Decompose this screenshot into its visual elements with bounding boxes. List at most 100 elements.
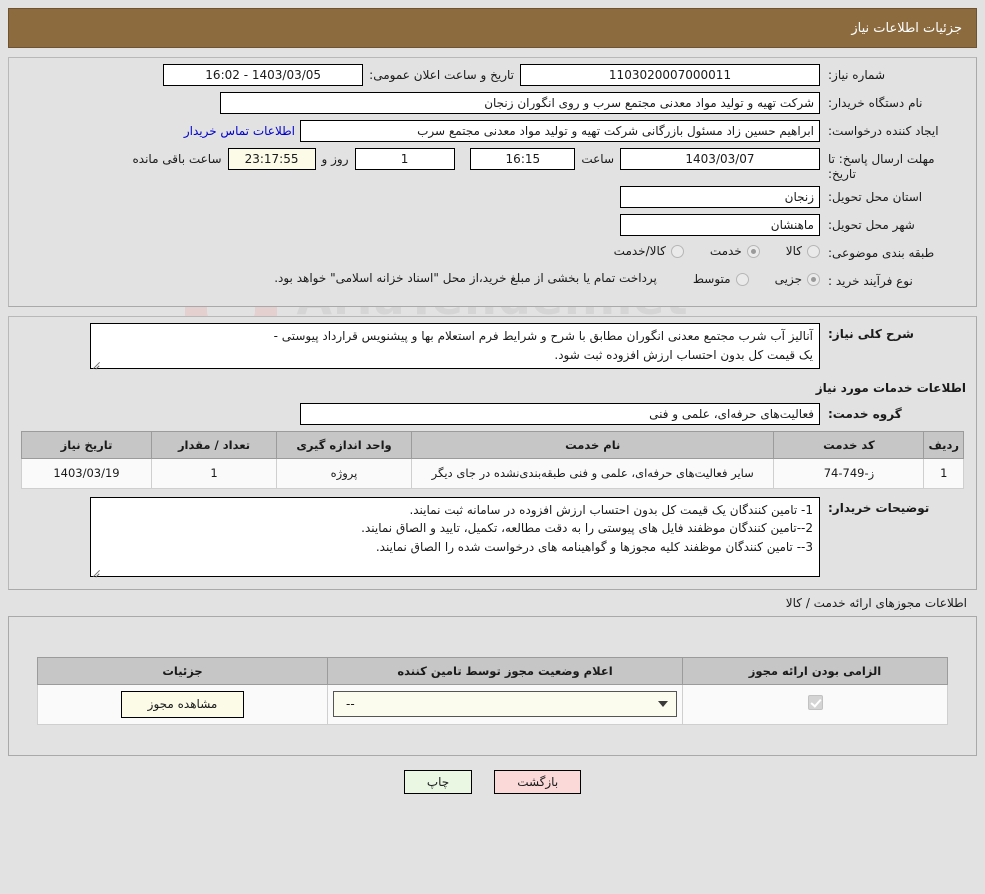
announce-date-label: تاریخ و ساعت اعلان عمومی: bbox=[369, 68, 514, 82]
services-table-wrap: ردیف کد خدمت نام خدمت واحد اندازه گیری ت… bbox=[19, 431, 966, 489]
row-creator: ایجاد کننده درخواست: ابراهیم حسین زاد مس… bbox=[19, 120, 966, 144]
table-header-row: الزامی بودن ارائه مجوز اعلام وضعیت مجوز … bbox=[37, 656, 948, 685]
col-header-date: تاریخ نیاز bbox=[21, 431, 152, 459]
category-option-label: کالا bbox=[785, 244, 802, 258]
col-header-name: نام خدمت bbox=[410, 431, 775, 459]
countdown-label: ساعت باقی مانده bbox=[132, 152, 222, 166]
city-input[interactable]: ماهنشان bbox=[620, 214, 820, 236]
col-header-row: ردیف bbox=[923, 431, 964, 459]
deadline-time-input[interactable]: 16:15 bbox=[470, 148, 576, 170]
buyer-notes-textarea[interactable]: 1- تامین کنندگان یک قیمت کل بدون احتساب … bbox=[90, 496, 820, 577]
row-city: شهر محل تحویل: ماهنشان bbox=[19, 214, 966, 238]
need-info-panel: شماره نیاز: 1103020007000011 تاریخ و ساع… bbox=[8, 57, 977, 307]
province-label: استان محل تحویل: bbox=[828, 190, 923, 204]
need-number-input[interactable]: 1103020007000011 bbox=[520, 64, 820, 86]
col-header-permit-status: اعلام وضعیت مجوز توسط تامین کننده bbox=[327, 656, 683, 685]
row-category: طبقه بندی موضوعی: کالا خدمت کالا/خدمت bbox=[19, 242, 966, 266]
radio-selected-icon[interactable] bbox=[746, 244, 760, 258]
process-type-label: نوع فرآیند خرید : bbox=[828, 274, 913, 288]
service-group-input[interactable]: فعالیت‌های حرفه‌ای، علمی و فنی bbox=[300, 403, 820, 425]
col-header-unit: واحد اندازه گیری bbox=[276, 431, 412, 459]
deadline-date-input[interactable]: 1403/03/07 bbox=[620, 148, 820, 170]
radio-icon[interactable] bbox=[735, 272, 749, 286]
row-province: استان محل تحویل: زنجان bbox=[19, 186, 966, 210]
radio-icon[interactable] bbox=[807, 244, 820, 258]
process-option-label: جزیی bbox=[774, 272, 802, 286]
creator-input[interactable]: ابراهیم حسین زاد مسئول بازرگانی شرکت تهی… bbox=[300, 120, 820, 142]
deadline-label: مهلت ارسال پاسخ: تا تاریخ: bbox=[828, 152, 935, 181]
table-header-row: ردیف کد خدمت نام خدمت واحد اندازه گیری ت… bbox=[21, 431, 964, 459]
services-panel: شرح کلی نیاز: آنالیز آب شرب مجتمع معدنی … bbox=[8, 316, 977, 590]
buyer-contact-link[interactable]: اطلاعات تماس خریدار bbox=[179, 120, 300, 142]
services-table: ردیف کد خدمت نام خدمت واحد اندازه گیری ت… bbox=[21, 431, 964, 489]
process-note: پرداخت تمام یا بخشی از مبلغ خرید،از محل … bbox=[274, 271, 657, 285]
row-buyer-notes: توضیحات خریدار: 1- تامین کنندگان یک قیمت… bbox=[19, 496, 966, 577]
cell-unit: پروژه bbox=[276, 458, 412, 489]
hour-label: ساعت bbox=[581, 152, 614, 166]
spacer-1 bbox=[455, 148, 471, 170]
cell-permit-status: -- bbox=[327, 683, 683, 726]
buyer-org-label: نام دستگاه خریدار: bbox=[828, 96, 923, 110]
process-radio-group[interactable]: جزیی متوسط bbox=[667, 270, 820, 286]
creator-label: ایجاد کننده درخواست: bbox=[828, 124, 939, 138]
row-deadline: مهلت ارسال پاسخ: تا تاریخ: 1403/03/07 سا… bbox=[19, 148, 966, 182]
cell-service-code: ز-749-74 bbox=[773, 458, 925, 489]
col-header-qty: تعداد / مقدار bbox=[151, 431, 277, 459]
print-button[interactable]: چاپ bbox=[403, 770, 473, 795]
process-radio-motevaset[interactable]: متوسط bbox=[693, 272, 749, 286]
table-row: 1 ز-749-74 سایر فعالیت‌های حرفه‌ای، علمی… bbox=[21, 458, 964, 489]
radio-icon[interactable] bbox=[670, 244, 684, 258]
permits-section-heading: اطلاعات مجوزهای ارائه خدمت / کالا bbox=[785, 595, 967, 610]
permit-status-value: -- bbox=[346, 696, 355, 711]
cell-row-number: 1 bbox=[923, 458, 964, 489]
category-label: طبقه بندی موضوعی: bbox=[828, 246, 935, 260]
table-row: -- مشاهده مجوز bbox=[37, 683, 948, 726]
row-description: شرح کلی نیاز: آنالیز آب شرب مجتمع معدنی … bbox=[19, 323, 966, 369]
col-header-code: کد خدمت bbox=[773, 431, 925, 459]
row-service-group: گروه خدمت: فعالیت‌های حرفه‌ای، علمی و فن… bbox=[19, 403, 966, 427]
buyer-org-input[interactable]: شرکت تهیه و تولید مواد معدنی مجتمع سرب و… bbox=[220, 92, 820, 114]
category-radio-khedmat[interactable]: خدمت bbox=[710, 244, 760, 258]
description-label: شرح کلی نیاز: bbox=[828, 327, 914, 341]
remaining-days-input[interactable]: 1 bbox=[354, 148, 455, 170]
back-button[interactable]: بازگشت bbox=[494, 770, 582, 795]
buyer-notes-textarea-wrap: 1- تامین کنندگان یک قیمت کل بدون احتساب … bbox=[90, 496, 820, 577]
announce-date-input[interactable]: 1403/03/05 - 16:02 bbox=[163, 64, 364, 86]
col-header-permit-required: الزامی بودن ارائه مجوز bbox=[682, 656, 948, 685]
category-option-label: کالا/خدمت bbox=[613, 244, 666, 258]
permit-status-select[interactable]: -- bbox=[333, 691, 677, 718]
days-label: روز و bbox=[321, 152, 349, 166]
view-permit-button[interactable]: مشاهده مجوز bbox=[120, 690, 245, 719]
services-section-heading: اطلاعات خدمات مورد نیاز bbox=[815, 381, 966, 395]
category-option-label: خدمت bbox=[709, 244, 742, 258]
service-group-label: گروه خدمت: bbox=[828, 407, 902, 421]
cell-need-date: 1403/03/19 bbox=[21, 458, 152, 489]
province-input[interactable]: زنجان bbox=[620, 186, 820, 208]
footer-buttons: بازگشت چاپ bbox=[0, 770, 985, 795]
col-header-permit-details: جزئیات bbox=[37, 656, 328, 685]
description-textarea-wrap: آنالیز آب شرب مجتمع معدنی انگوران مطابق … bbox=[90, 323, 820, 369]
radio-selected-icon[interactable] bbox=[807, 272, 820, 286]
permits-table: الزامی بودن ارائه مجوز اعلام وضعیت مجوز … bbox=[37, 656, 948, 726]
category-radio-group[interactable]: کالا خدمت کالا/خدمت bbox=[588, 242, 820, 258]
process-option-label: متوسط bbox=[692, 272, 731, 286]
row-buyer-org: نام دستگاه خریدار: شرکت تهیه و تولید موا… bbox=[19, 92, 966, 116]
countdown-timer: 23:17:55 bbox=[227, 148, 316, 170]
cell-permit-required bbox=[682, 683, 948, 726]
page-header-bar: جزئیات اطلاعات نیاز bbox=[8, 8, 977, 48]
cell-quantity: 1 bbox=[151, 458, 277, 489]
buyer-notes-label: توضیحات خریدار: bbox=[828, 500, 930, 515]
cell-service-name: سایر فعالیت‌های حرفه‌ای، علمی و فنی طبقه… bbox=[410, 458, 775, 489]
cell-permit-details: مشاهده مجوز bbox=[37, 683, 328, 726]
category-radio-kala-khedmat[interactable]: کالا/خدمت bbox=[614, 244, 684, 258]
permits-panel: الزامی بودن ارائه مجوز اعلام وضعیت مجوز … bbox=[8, 615, 977, 757]
process-radio-jozei[interactable]: جزیی bbox=[775, 272, 820, 286]
row-need-number: شماره نیاز: 1103020007000011 تاریخ و ساع… bbox=[19, 64, 966, 88]
need-number-label: شماره نیاز: bbox=[828, 68, 885, 82]
city-label: شهر محل تحویل: bbox=[828, 218, 915, 232]
category-radio-kala[interactable]: کالا bbox=[786, 244, 820, 258]
permit-required-checkbox bbox=[807, 694, 823, 710]
chevron-down-icon[interactable] bbox=[658, 701, 668, 708]
row-process-type: نوع فرآیند خرید : جزیی متوسط پرداخت تمام… bbox=[19, 270, 966, 294]
description-textarea[interactable]: آنالیز آب شرب مجتمع معدنی انگوران مطابق … bbox=[90, 323, 820, 369]
